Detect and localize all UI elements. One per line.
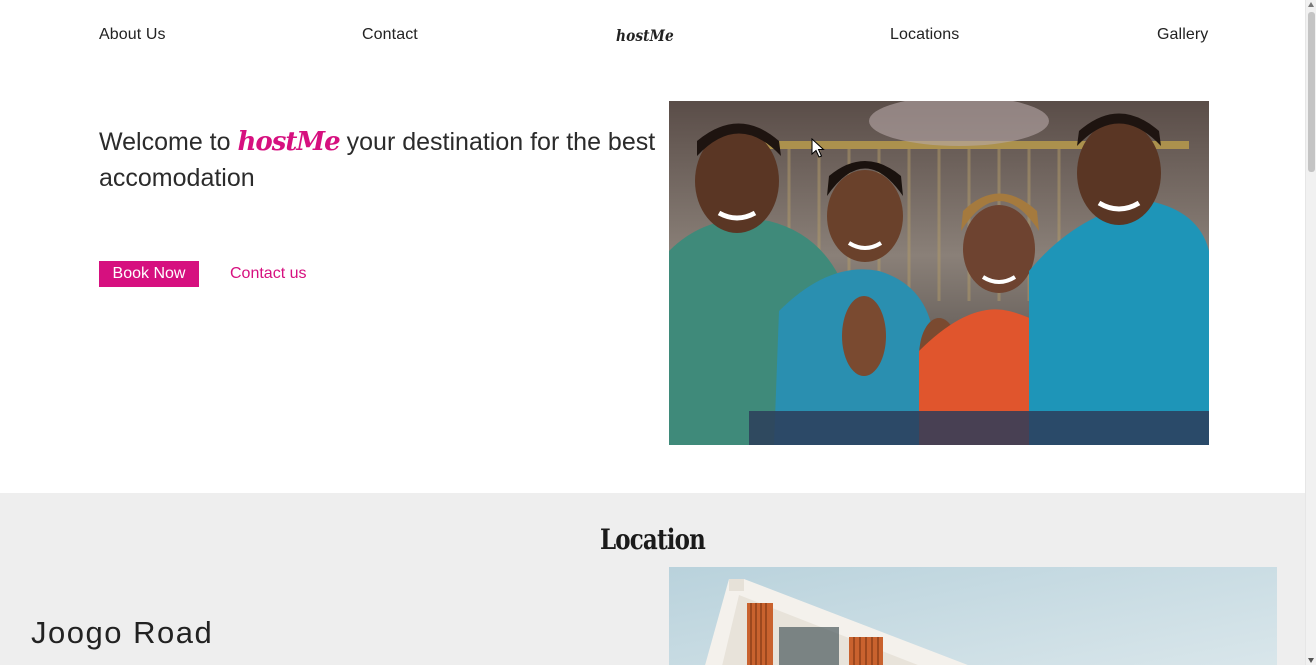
nav-gallery[interactable]: Gallery <box>1157 26 1208 44</box>
location-section: Location Joogo Road <box>0 493 1305 665</box>
nav-contact[interactable]: Contact <box>362 26 418 44</box>
scroll-down-arrow-icon[interactable] <box>1308 658 1314 663</box>
hero-heading-prefix: Welcome to <box>99 128 238 156</box>
nav-locations[interactable]: Locations <box>890 26 959 44</box>
location-image <box>669 567 1277 665</box>
hero-image <box>669 101 1209 445</box>
location-name: Joogo Road <box>31 615 214 650</box>
logo[interactable]: hostMe <box>616 26 674 45</box>
hero-brand: hostMe <box>237 127 340 157</box>
vertical-scrollbar[interactable] <box>1305 0 1316 665</box>
book-now-button[interactable]: Book Now <box>99 261 199 287</box>
hero-heading: Welcome to hostMe your destination for t… <box>99 124 659 196</box>
scroll-thumb[interactable] <box>1308 12 1315 172</box>
location-title: Location <box>599 523 706 556</box>
scroll-up-arrow-icon[interactable] <box>1308 2 1314 7</box>
contact-us-link[interactable]: Contact us <box>230 265 306 283</box>
page: About Us Contact hostMe Locations Galler… <box>0 0 1305 665</box>
nav-about-us[interactable]: About Us <box>99 26 166 44</box>
top-nav: About Us Contact hostMe Locations Galler… <box>0 0 1305 70</box>
mouse-pointer-icon <box>811 137 825 165</box>
